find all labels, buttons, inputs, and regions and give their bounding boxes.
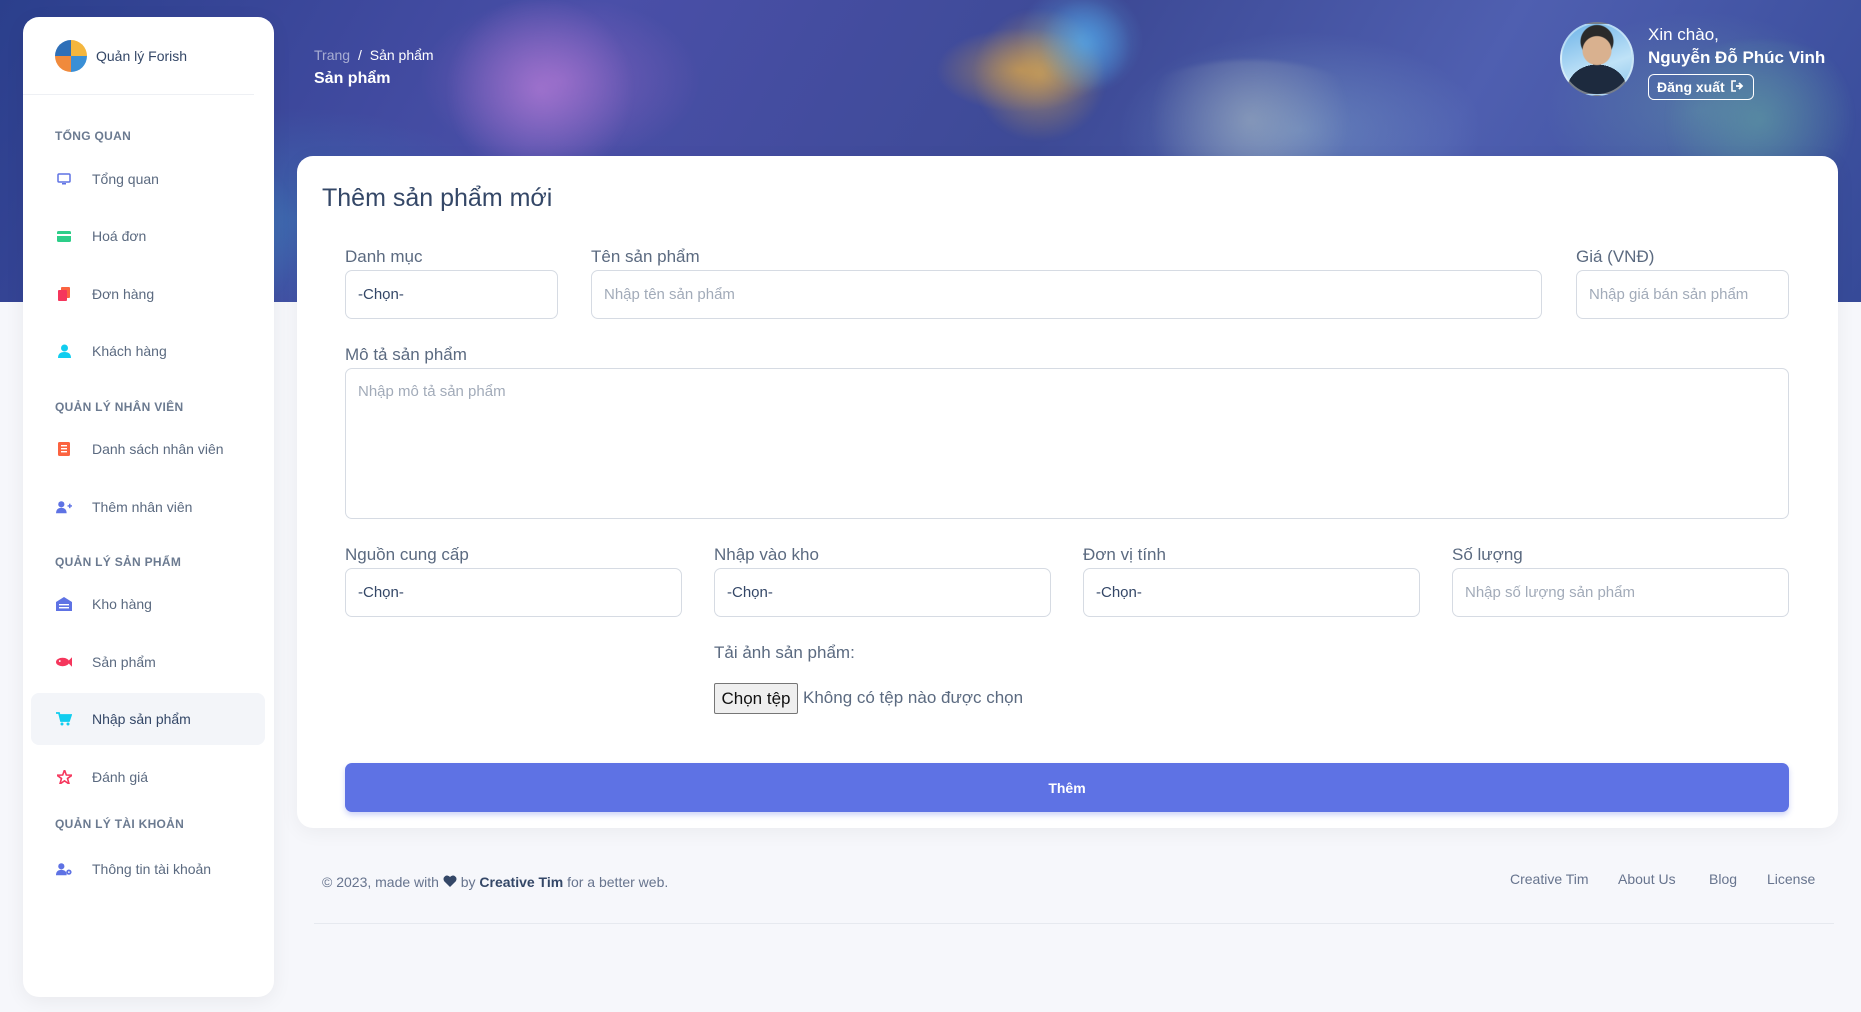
file-status-text: Không có tệp nào được chọn xyxy=(803,688,1024,707)
price-label: Giá (VNĐ) xyxy=(1576,247,1655,266)
sidebar: Quản lý Forish TỔNG QUAN Tổng quan Hoá đ… xyxy=(23,17,274,997)
cart-icon xyxy=(56,712,72,726)
supplier-select[interactable]: -Chọn- xyxy=(345,568,682,617)
credit-card-icon xyxy=(56,229,72,243)
sidebar-item-account-info[interactable]: Thông tin tài khoản xyxy=(31,843,265,895)
footer-author-link[interactable]: Creative Tim xyxy=(479,874,563,890)
footer-link-blog[interactable]: Blog xyxy=(1709,871,1737,887)
logout-button[interactable]: Đăng xuất xyxy=(1648,74,1754,100)
quantity-input[interactable]: Nhập số lượng sản phẩm xyxy=(1452,568,1789,617)
warehouse-icon xyxy=(56,597,72,611)
category-label: Danh mục xyxy=(345,247,423,266)
user-gear-icon xyxy=(56,862,72,876)
section-title-overview: TỔNG QUAN xyxy=(55,129,132,143)
product-name-label: Tên sản phẩm xyxy=(591,247,700,266)
breadcrumb: Trang / Sản phẩm xyxy=(314,47,434,63)
warehouse-select[interactable]: -Chọn- xyxy=(714,568,1051,617)
section-title-products: QUẢN LÝ SẢN PHẨM xyxy=(55,555,182,569)
category-select[interactable]: -Chọn- xyxy=(345,270,558,319)
image-upload-label: Tải ảnh sản phẩm: xyxy=(714,643,855,662)
warehouse-label: Nhập vào kho xyxy=(714,545,819,564)
price-input[interactable]: Nhập giá bán sản phẩm xyxy=(1576,270,1789,319)
sidebar-item-orders[interactable]: Đơn hàng xyxy=(31,268,265,320)
breadcrumb-root[interactable]: Trang xyxy=(314,47,350,63)
copy-icon xyxy=(56,287,72,301)
product-name-input[interactable]: Nhập tên sản phẩm xyxy=(591,270,1542,319)
fish-icon xyxy=(56,655,72,669)
sidebar-item-customers[interactable]: Khách hàng xyxy=(31,325,265,377)
greeting: Xin chào, xyxy=(1648,25,1719,44)
footer-divider xyxy=(314,923,1834,924)
sidebar-item-invoices[interactable]: Hoá đơn xyxy=(31,210,265,262)
heart-icon xyxy=(443,874,461,890)
unit-label: Đơn vị tính xyxy=(1083,545,1166,564)
footer-link-about-us[interactable]: About Us xyxy=(1618,871,1676,887)
brand-name: Quản lý Forish xyxy=(96,47,188,64)
description-label: Mô tả sản phẩm xyxy=(345,345,467,364)
add-product-button[interactable]: Thêm xyxy=(345,763,1789,812)
choose-file-button[interactable]: Chọn tệp xyxy=(714,683,798,714)
sidebar-item-products[interactable]: Sản phẩm xyxy=(31,636,265,688)
sidebar-item-reviews[interactable]: Đánh giá xyxy=(31,751,265,803)
list-icon xyxy=(56,442,72,456)
user-name: Nguyễn Đỗ Phúc Vinh xyxy=(1648,48,1826,67)
avatar xyxy=(1560,22,1634,96)
sidebar-item-warehouse[interactable]: Kho hàng xyxy=(31,578,265,630)
star-icon xyxy=(56,770,72,784)
section-title-staff: QUẢN LÝ NHÂN VIÊN xyxy=(55,400,184,414)
brand[interactable]: Quản lý Forish xyxy=(23,17,254,95)
user-plus-icon xyxy=(56,500,72,514)
sidebar-item-staff-list[interactable]: Danh sách nhân viên xyxy=(31,423,265,475)
unit-select[interactable]: -Chọn- xyxy=(1083,568,1420,617)
brand-logo-icon xyxy=(55,39,87,72)
page-title: Sản phẩm xyxy=(314,70,391,87)
footer-link-creative-tim[interactable]: Creative Tim xyxy=(1510,871,1589,887)
footer-copyright: © 2023, made with by Creative Tim for a … xyxy=(322,874,669,890)
section-title-account: QUẢN LÝ TÀI KHOẢN xyxy=(55,817,185,831)
footer-link-license[interactable]: License xyxy=(1767,871,1815,887)
user-panel: Xin chào, Nguyễn Đỗ Phúc Vinh Đăng xuất xyxy=(1560,22,1825,100)
breadcrumb-separator: / xyxy=(357,47,362,63)
supplier-label: Nguồn cung cấp xyxy=(345,545,469,564)
description-textarea[interactable]: Nhập mô tả sản phẩm xyxy=(345,368,1789,519)
user-icon xyxy=(56,344,72,358)
sign-out-icon xyxy=(1730,79,1745,95)
sidebar-item-import-products[interactable]: Nhập sản phẩm xyxy=(31,693,265,745)
sidebar-item-add-staff[interactable]: Thêm nhân viên xyxy=(31,481,265,533)
monitor-icon xyxy=(56,172,72,186)
quantity-label: Số lượng xyxy=(1452,545,1523,564)
breadcrumb-current: Sản phẩm xyxy=(369,47,434,63)
add-product-card: Thêm sản phẩm mới Danh mục -Chọn- Tên sả… xyxy=(297,156,1838,828)
form-title: Thêm sản phẩm mới xyxy=(322,184,553,212)
sidebar-item-overview[interactable]: Tổng quan xyxy=(31,153,265,205)
